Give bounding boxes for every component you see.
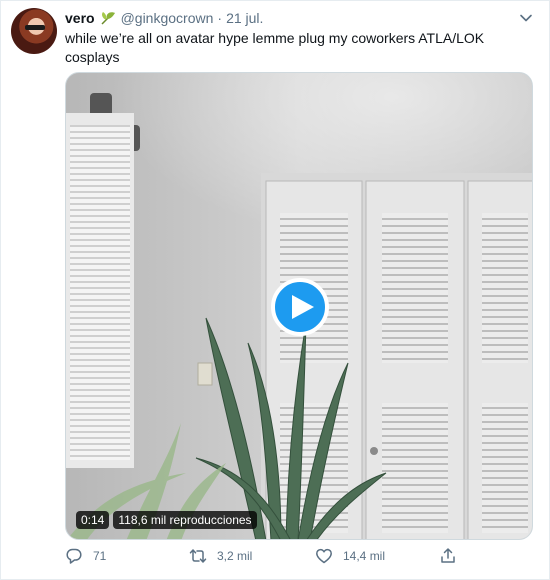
author-handle[interactable]: @ginkgocrown (121, 9, 214, 27)
reply-icon (66, 548, 82, 564)
share-button[interactable] (439, 547, 457, 565)
video-views: 118,6 mil reproducciones (113, 511, 257, 529)
like-button[interactable]: 14,4 mil (315, 547, 439, 565)
avatar-sunglasses (25, 25, 45, 30)
share-icon (441, 548, 455, 563)
avatar[interactable] (11, 8, 57, 54)
retweet-button[interactable]: 3,2 mil (189, 547, 315, 565)
reply-count: 71 (93, 549, 107, 563)
tweet-text: while we’re all on avatar hype lemme plu… (65, 30, 485, 65)
retweet-count: 3,2 mil (217, 549, 253, 563)
play-button[interactable] (271, 278, 329, 336)
author-name[interactable]: vero (65, 9, 95, 27)
tweet-card[interactable]: vero @ginkgocrown · 21 jul. while we’re … (0, 0, 550, 580)
chevron-down-icon[interactable] (519, 11, 533, 25)
reply-button[interactable]: 71 (65, 547, 189, 565)
video-player[interactable]: 0:14 118,6 mil reproducciones (65, 72, 533, 540)
retweet-icon (189, 549, 207, 563)
tweet-header: vero @ginkgocrown · 21 jul. (65, 9, 509, 27)
like-icon (316, 548, 332, 564)
tweet-actions: 71 3,2 mil 14,4 mil (65, 547, 457, 565)
video-time: 0:14 (76, 511, 110, 529)
tweet-date[interactable]: 21 jul. (226, 9, 263, 27)
ginkgo-leaf-icon (101, 12, 115, 25)
header-separator: · (217, 10, 223, 26)
play-icon (291, 295, 314, 319)
like-count: 14,4 mil (343, 549, 386, 563)
video-info-overlay: 0:14 118,6 mil reproducciones (76, 511, 257, 529)
